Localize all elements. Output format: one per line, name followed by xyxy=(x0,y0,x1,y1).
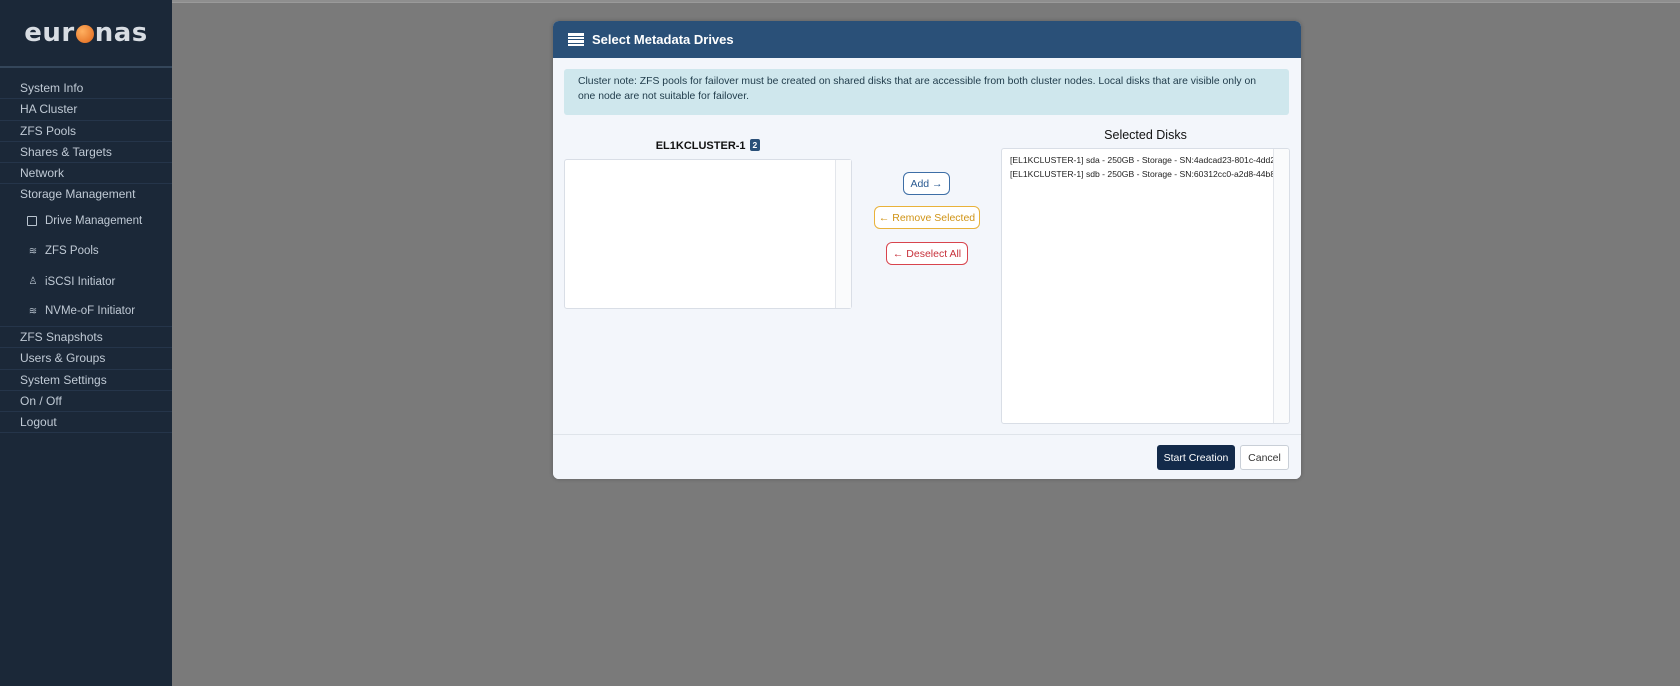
cluster-heading: EL1KCLUSTER-1 2 xyxy=(564,139,852,152)
sidebar-subitem-label: Drive Management xyxy=(45,214,143,227)
list-icon xyxy=(568,33,584,46)
sidebar-nav: System Info HA Cluster ZFS Pools Shares … xyxy=(0,68,172,434)
sidebar-item-ha-cluster[interactable]: HA Cluster xyxy=(0,99,172,121)
modal-header: Select Metadata Drives xyxy=(553,21,1301,58)
cancel-button[interactable]: Cancel xyxy=(1240,445,1289,470)
euronas-logo[interactable]: eur nas xyxy=(0,0,172,68)
select-metadata-drives-modal: Select Metadata Drives Cluster note: ZFS… xyxy=(553,21,1301,479)
sidebar-item-system-info[interactable]: System Info xyxy=(0,78,172,100)
cluster-note: Cluster note: ZFS pools for failover mus… xyxy=(564,69,1289,115)
sidebar: eur nas System Info HA Cluster ZFS Pools … xyxy=(0,0,172,686)
sidebar-subitem-label: iSCSI Initiator xyxy=(45,275,116,288)
available-disks-scrollbar[interactable] xyxy=(835,160,851,308)
disk-count-badge: 2 xyxy=(749,139,761,151)
selected-disks-title: Selected Disks xyxy=(1104,128,1187,142)
selected-disk-item[interactable]: [EL1KCLUSTER-1] sda - 250GB - Storage - … xyxy=(1010,155,1274,165)
drive-icon xyxy=(27,215,37,226)
sidebar-item-zfs-snapshots[interactable]: ZFS Snapshots xyxy=(0,327,172,349)
modal-footer: Start Creation Cancel xyxy=(553,434,1301,479)
sidebar-item-zfs-pools[interactable]: ZFS Pools xyxy=(0,121,172,142)
top-border xyxy=(172,0,1680,3)
sidebar-item-on-off[interactable]: On / Off xyxy=(0,391,172,413)
sidebar-item-logout[interactable]: Logout xyxy=(0,412,172,434)
sidebar-item-system-settings[interactable]: System Settings xyxy=(0,370,172,391)
sidebar-item-storage-management[interactable]: Storage Management xyxy=(0,184,172,205)
sidebar-item-shares-targets[interactable]: Shares & Targets xyxy=(0,142,172,164)
sidebar-item-network[interactable]: Network xyxy=(0,163,172,185)
selected-disks-scrollbar[interactable] xyxy=(1273,149,1289,423)
remove-selected-button[interactable]: ← Remove Selected xyxy=(874,206,980,229)
sidebar-subitem-label: ZFS Pools xyxy=(45,245,99,258)
sidebar-subitem-zfs-pools[interactable]: ≋ ZFS Pools xyxy=(0,236,172,266)
sidebar-subitem-nvmeof-initiator[interactable]: ≋ NVMe-oF Initiator xyxy=(0,297,172,327)
sidebar-subitem-drive-management[interactable]: Drive Management xyxy=(0,206,172,236)
selected-disk-item[interactable]: [EL1KCLUSTER-1] sdb - 250GB - Storage - … xyxy=(1010,169,1274,179)
sidebar-subitem-label: NVMe-oF Initiator xyxy=(45,305,136,318)
sidebar-subitem-iscsi-initiator[interactable]: ♙ iSCSI Initiator xyxy=(0,266,172,296)
user-icon: ♙ xyxy=(28,276,38,288)
cluster-name: EL1KCLUSTER-1 xyxy=(655,140,746,152)
start-creation-button[interactable]: Start Creation xyxy=(1157,445,1235,470)
available-disks-list[interactable] xyxy=(564,159,852,309)
sidebar-item-users-groups[interactable]: Users & Groups xyxy=(0,348,172,370)
add-button[interactable]: Add → xyxy=(903,172,950,195)
selected-disks-list[interactable]: [EL1KCLUSTER-1] sda - 250GB - Storage - … xyxy=(1001,148,1290,424)
logo-dot-icon xyxy=(75,25,94,43)
layers-icon: ≋ xyxy=(28,305,38,317)
logo-text: eur nas xyxy=(24,18,148,48)
modal-title: Select Metadata Drives xyxy=(592,32,734,47)
layers-icon: ≋ xyxy=(28,245,38,257)
deselect-all-button[interactable]: ← Deselect All xyxy=(886,242,968,265)
